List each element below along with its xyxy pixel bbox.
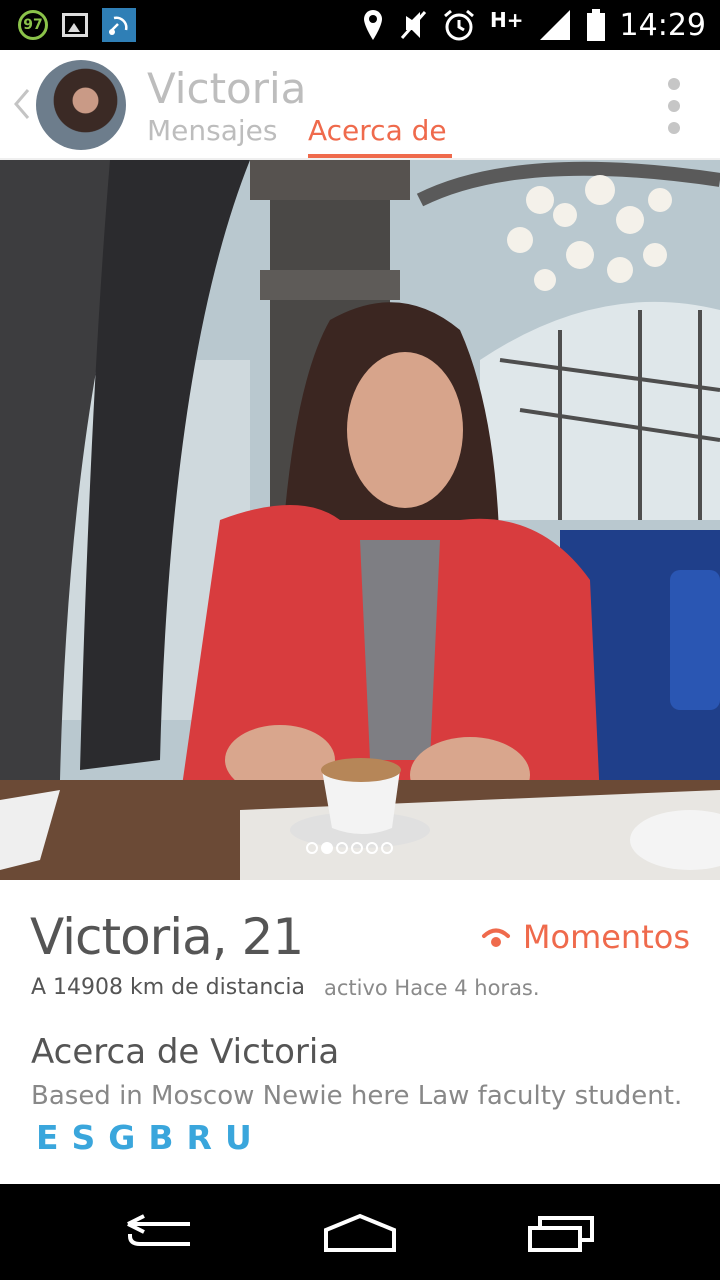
back-icon[interactable] xyxy=(120,1208,200,1256)
image-icon xyxy=(62,13,88,37)
photo-page-indicator xyxy=(306,842,393,854)
status-bar: 97 H+ 14:29 xyxy=(0,0,720,50)
clock: 14:29 xyxy=(619,7,706,43)
profile-name-age: Victoria, 21 xyxy=(30,908,305,966)
overflow-menu-icon[interactable] xyxy=(666,78,682,134)
page-dot[interactable] xyxy=(336,842,348,854)
bio-text: Based in Moscow Newie here Law faculty s… xyxy=(31,1081,683,1111)
profile-photo[interactable] xyxy=(0,160,720,880)
back-chevron-icon[interactable] xyxy=(8,84,34,124)
status-left-icons: 97 xyxy=(18,8,136,42)
location-icon xyxy=(364,10,383,40)
photo-illustration xyxy=(0,160,720,880)
avatar[interactable] xyxy=(36,60,126,150)
name-separator: , xyxy=(211,908,228,966)
page-dot[interactable] xyxy=(351,842,363,854)
header-title: Victoria xyxy=(147,64,307,113)
status-right-icons: H+ 14:29 xyxy=(362,6,706,44)
distance-text: A 14908 km de distancia xyxy=(31,975,305,1000)
about-heading: Acerca de Victoria xyxy=(31,1032,340,1072)
network-type-label: H+ xyxy=(490,8,524,32)
page-dot[interactable] xyxy=(381,842,393,854)
momentos-button[interactable]: Momentos xyxy=(481,918,690,956)
recent-apps-icon[interactable] xyxy=(520,1208,600,1256)
profile-name: Victoria xyxy=(30,908,213,966)
page-dot[interactable] xyxy=(366,842,378,854)
battery-icon xyxy=(586,9,605,41)
navigation-bar xyxy=(0,1184,720,1280)
momentos-label: Momentos xyxy=(522,918,690,956)
mute-icon xyxy=(400,11,427,39)
satellite-icon xyxy=(102,8,136,42)
page-dot[interactable] xyxy=(306,842,318,854)
bio-code: ESGBRU xyxy=(36,1118,265,1157)
profile-age: 21 xyxy=(241,908,305,966)
tab-acerca-de[interactable]: Acerca de xyxy=(308,114,447,147)
last-active-text: activo Hace 4 horas. xyxy=(324,976,540,1000)
active-tab-indicator xyxy=(308,154,452,158)
home-icon[interactable] xyxy=(320,1208,400,1256)
tab-mensajes[interactable]: Mensajes xyxy=(147,114,277,147)
page-dot-active[interactable] xyxy=(321,842,333,854)
alarm-icon xyxy=(444,9,474,41)
wifi-signal-icon xyxy=(481,928,510,947)
battery-level-icon: 97 xyxy=(18,10,48,40)
profile-header: Victoria Mensajes Acerca de xyxy=(0,50,720,162)
signal-icon xyxy=(539,10,570,40)
